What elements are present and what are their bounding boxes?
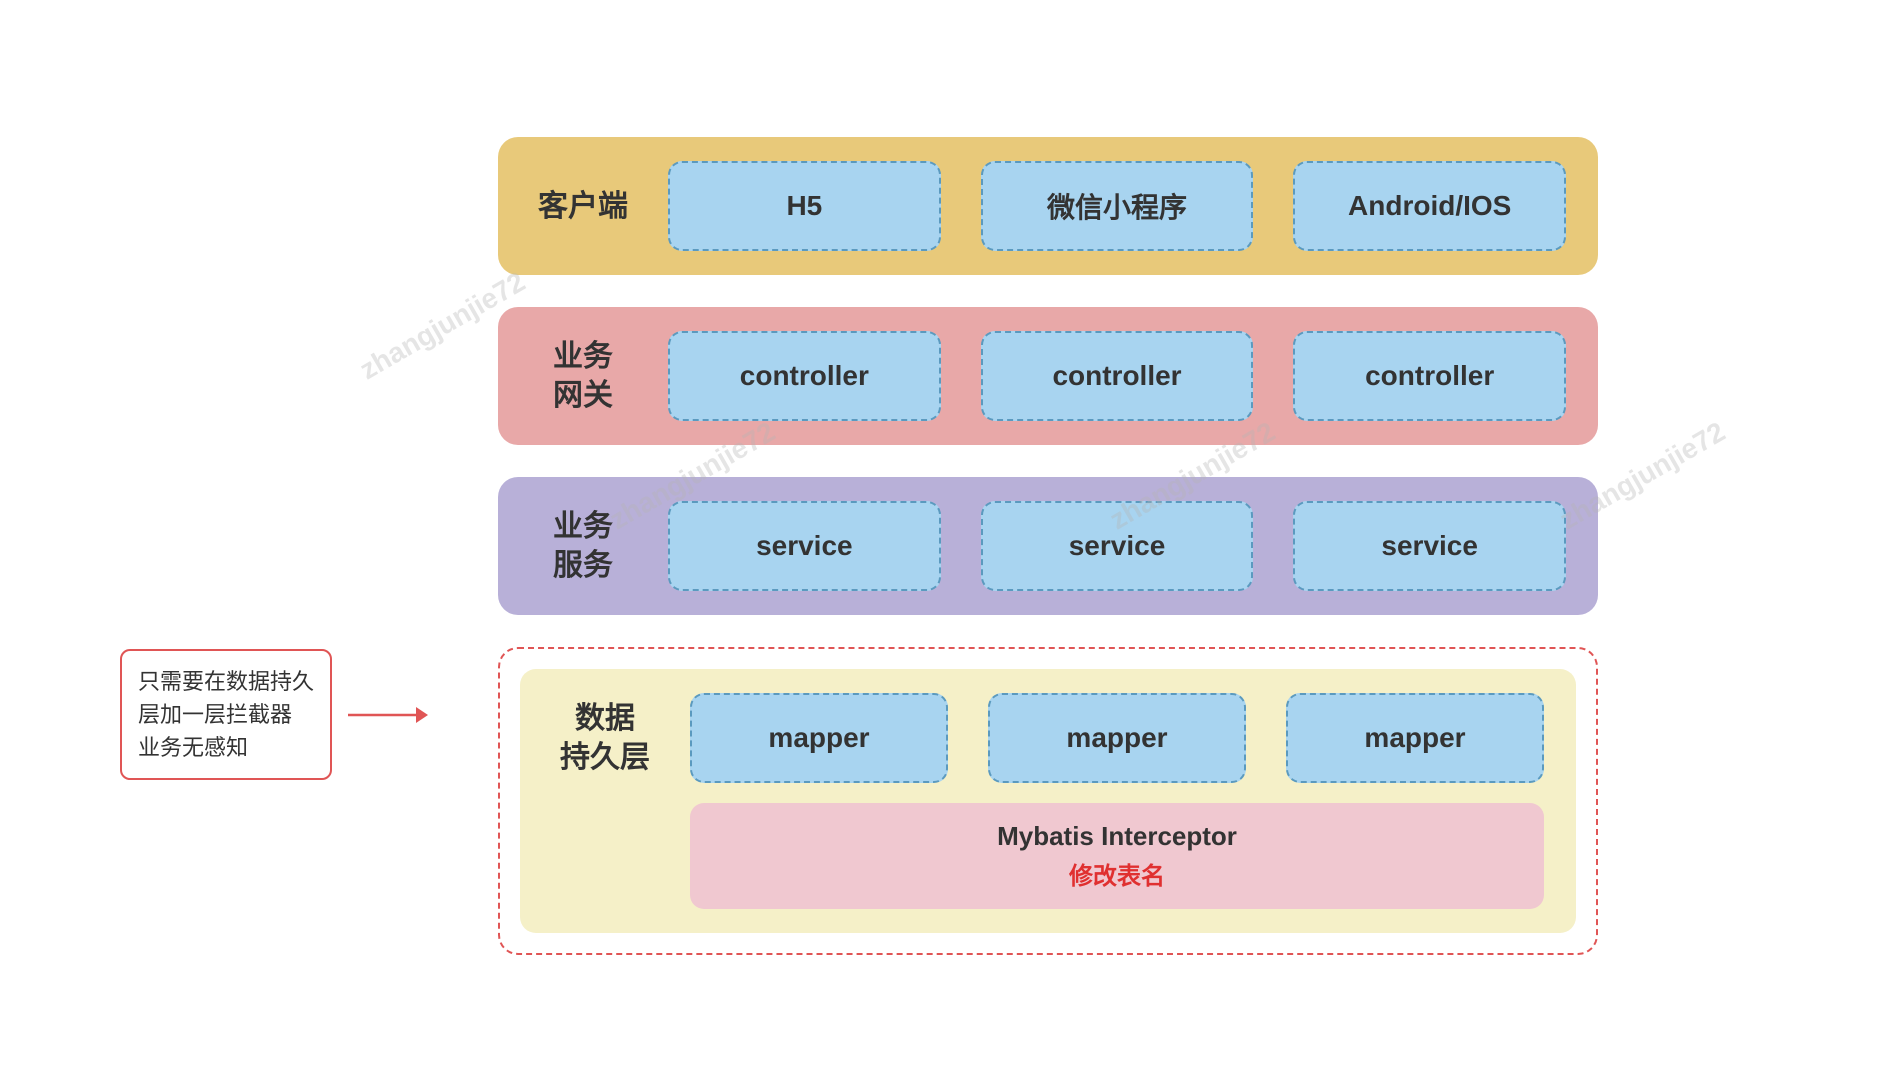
annotation-box: 只需要在数据持久 层加一层拦截器 业务无感知 xyxy=(120,649,332,780)
service-card-2: service xyxy=(981,501,1254,591)
gateway-layer: 业务 网关 controller controller controller xyxy=(498,307,1598,445)
interceptor-area: Mybatis Interceptor 修改表名 xyxy=(690,803,1544,909)
interceptor-subtitle: 修改表名 xyxy=(1069,856,1165,891)
service-card-1: service xyxy=(668,501,941,591)
annotation-line1: 只需要在数据持久 xyxy=(138,669,314,694)
mapper-card-1: mapper xyxy=(690,693,948,783)
client-cards: H5 微信小程序 Android/IOS xyxy=(668,161,1566,251)
client-card-wechat: 微信小程序 xyxy=(981,161,1254,251)
service-cards: service service service xyxy=(668,501,1566,591)
gateway-card-3: controller xyxy=(1293,331,1566,421)
mapper-cards: mapper mapper mapper xyxy=(690,693,1544,783)
interceptor-title: Mybatis Interceptor xyxy=(997,821,1237,852)
annotation-area: 只需要在数据持久 层加一层拦截器 业务无感知 xyxy=(120,649,428,780)
data-layer-top: 数据 持久层 mapper mapper mapper xyxy=(560,693,1544,783)
annotation-line3: 业务无感知 xyxy=(138,735,248,760)
service-layer: 业务 服务 service service service xyxy=(498,477,1598,615)
client-card-h5: H5 xyxy=(668,161,941,251)
annotation-line2: 层加一层拦截器 xyxy=(138,702,292,727)
interceptor-box: Mybatis Interceptor 修改表名 xyxy=(690,803,1544,909)
client-layer: 客户端 H5 微信小程序 Android/IOS xyxy=(498,137,1598,275)
gateway-layer-label: 业务 网关 xyxy=(538,337,628,415)
service-layer-label: 业务 服务 xyxy=(538,507,628,585)
data-layer: 数据 持久层 mapper mapper mapper Mybatis Inte… xyxy=(520,669,1576,933)
gateway-card-2: controller xyxy=(981,331,1254,421)
data-layer-label: 数据 持久层 xyxy=(560,699,650,777)
data-layer-wrapper: 只需要在数据持久 层加一层拦截器 业务无感知 数据 持久层 mapper map… xyxy=(498,647,1598,955)
client-layer-label: 客户端 xyxy=(538,187,628,226)
client-card-android: Android/IOS xyxy=(1293,161,1566,251)
mapper-card-2: mapper xyxy=(988,693,1246,783)
gateway-cards: controller controller controller xyxy=(668,331,1566,421)
mapper-card-3: mapper xyxy=(1286,693,1544,783)
main-diagram: 客户端 H5 微信小程序 Android/IOS 业务 网关 controlle… xyxy=(498,137,1598,955)
arrow-right xyxy=(348,699,428,731)
gateway-card-1: controller xyxy=(668,331,941,421)
service-card-3: service xyxy=(1293,501,1566,591)
